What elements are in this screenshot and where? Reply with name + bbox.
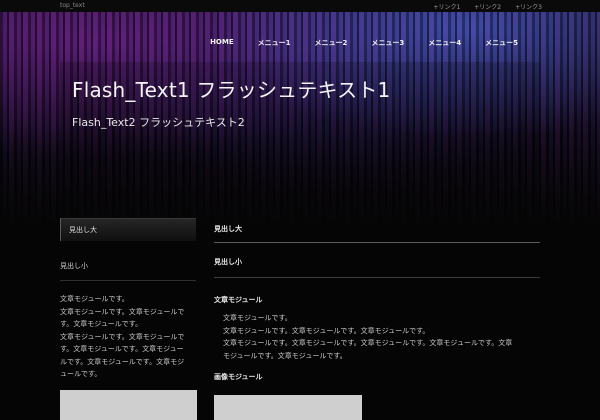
sidebar-heading-large: 見出し大 — [60, 218, 196, 241]
sidebar-text-line: 文章モジュールです。 — [60, 295, 129, 303]
sidebar-text-line: す。文章モジュールです。 — [60, 320, 143, 328]
nav-item-menu3[interactable]: メニュー3 — [359, 38, 416, 48]
main-nav: HOME メニュー1 メニュー2 メニュー3 メニュー4 メニュー5 — [210, 38, 530, 48]
text-module-body: 文章モジュールです。 文章モジュールです。文章モジュールです。文章モジュールです… — [214, 312, 540, 362]
nav-item-menu1[interactable]: メニュー1 — [246, 38, 303, 48]
top-bar: top_text +リンク1 +リンク2 +リンク3 — [0, 0, 600, 12]
main-heading-small: 見出し小 — [214, 257, 540, 278]
nav-item-menu2[interactable]: メニュー2 — [303, 38, 360, 48]
text-module-title: 文章モジュール — [214, 296, 263, 304]
top-link-3[interactable]: +リンク3 — [515, 2, 542, 11]
sidebar-heading-small: 見出し小 — [60, 261, 196, 281]
main-content: 見出し大 見出し小 文章モジュール 文章モジュールです。 文章モジュールです。文… — [214, 218, 540, 420]
main-text-line: モジュールです。文章モジュールです。 — [223, 351, 347, 360]
main-text-line: 文章モジュールです。文章モジュールです。文章モジュールです。 — [223, 326, 430, 335]
sidebar-image-placeholder — [60, 390, 197, 420]
sidebar-text-module: 文章モジュールです。 文章モジュールです。文章モジュールで す。文章モジュールで… — [60, 293, 196, 381]
top-text: top_text — [60, 2, 85, 9]
sidebar-text-line: す。文章モジュールです。文章モジュー — [60, 345, 184, 353]
top-link-2[interactable]: +リンク2 — [474, 2, 501, 11]
top-links: +リンク1 +リンク2 +リンク3 — [433, 2, 542, 11]
sidebar-text-line: 文章モジュールです。文章モジュールで — [60, 332, 185, 341]
sidebar-text-line: ルです。文章モジュールです。文章モジ — [60, 357, 185, 366]
sidebar-text-line: ュールです。 — [60, 370, 102, 378]
hero-banner: HOME メニュー1 メニュー2 メニュー3 メニュー4 メニュー5 Flash… — [0, 12, 600, 222]
nav-item-home[interactable]: HOME — [210, 38, 246, 48]
main-text-line: 文章モジュールです。文章モジュールです。文章モジュールです。文章モジュールです。… — [223, 339, 513, 347]
flash-text-1: Flash_Text1 フラッシュテキスト1 — [72, 78, 391, 102]
nav-item-menu5[interactable]: メニュー5 — [473, 38, 530, 48]
flash-text-2: Flash_Text2 フラッシュテキスト2 — [72, 116, 245, 129]
image-module-title: 画像モジュール — [214, 373, 263, 381]
sidebar-text-line: 文章モジュールです。文章モジュールで — [60, 307, 185, 316]
sidebar: 見出し大 見出し小 文章モジュールです。 文章モジュールです。文章モジュールで … — [60, 218, 197, 420]
main-text-line: 文章モジュールです。 — [223, 314, 292, 322]
main-heading-large: 見出し大 — [214, 218, 540, 243]
nav-item-menu4[interactable]: メニュー4 — [416, 38, 473, 48]
main-image-placeholder — [214, 395, 362, 420]
top-link-1[interactable]: +リンク1 — [433, 2, 460, 11]
